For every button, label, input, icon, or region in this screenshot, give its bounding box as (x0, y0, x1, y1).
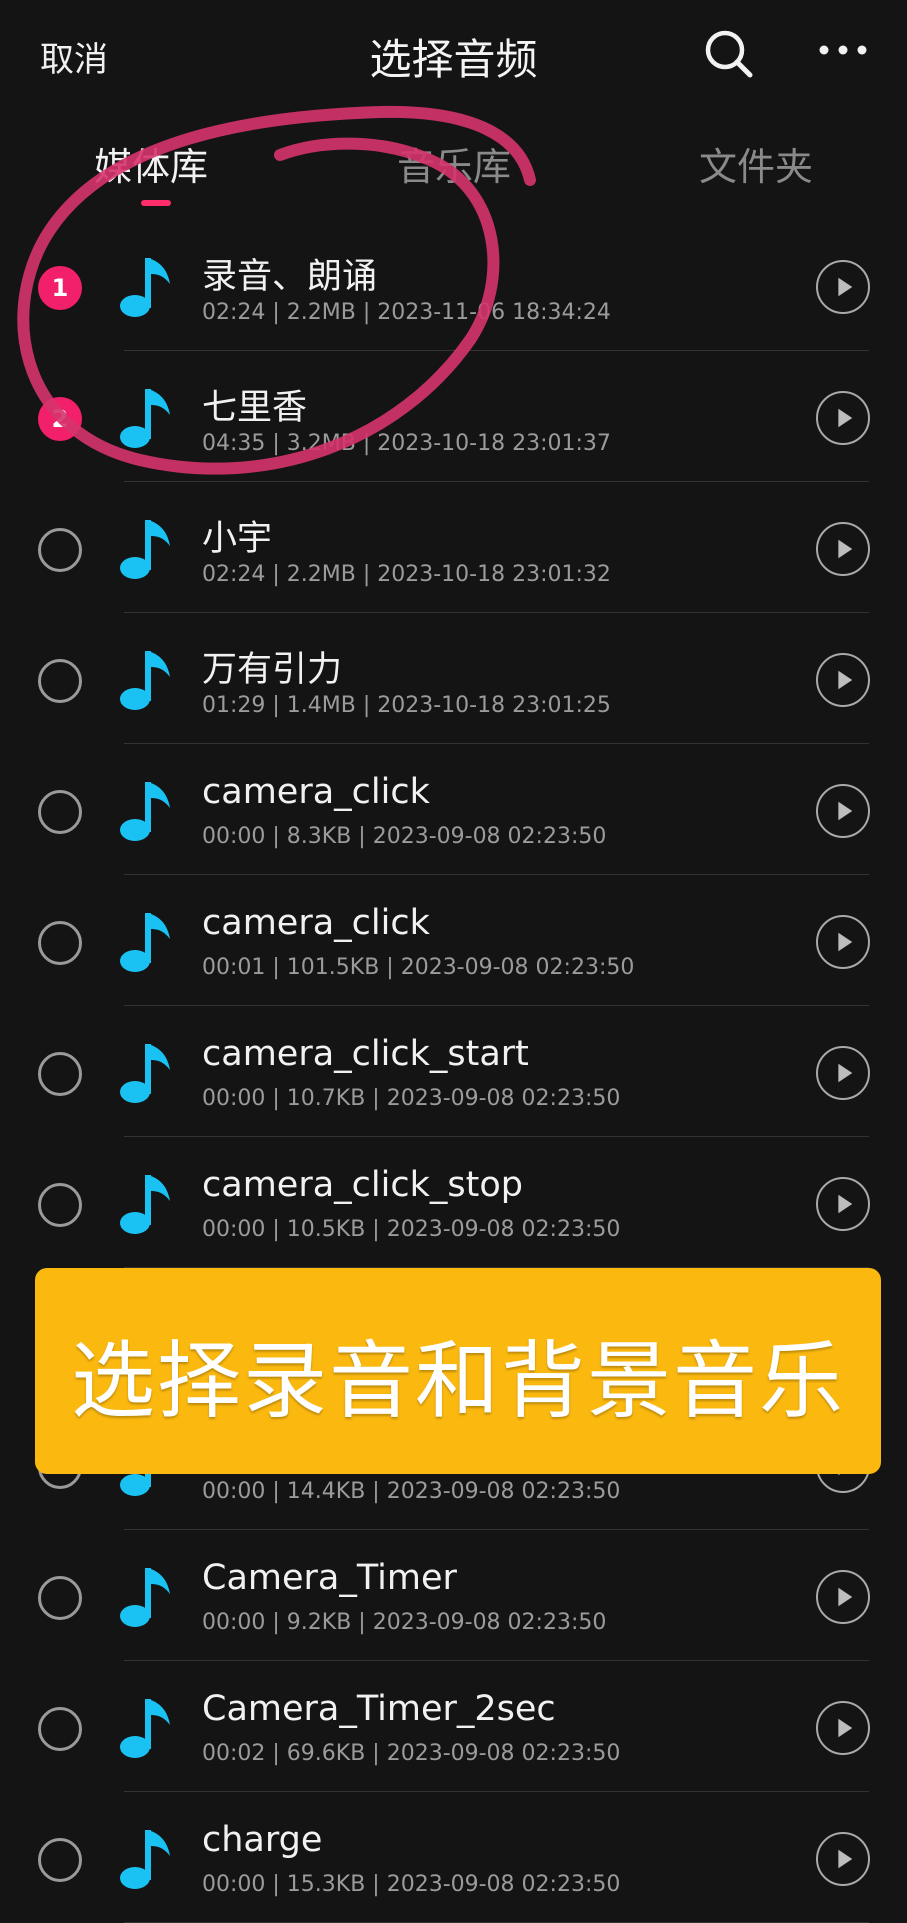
audio-meta: 00:00 | 8.3KB | 2023-09-08 02:23:50 (202, 824, 607, 849)
audio-title: 万有引力 (202, 650, 343, 690)
list-item[interactable]: camera_click_start 00:00 | 10.7KB | 2023-… (0, 1006, 907, 1137)
audio-title: camera_click_stop (202, 1165, 523, 1205)
music-note-icon (120, 651, 170, 710)
play-icon[interactable] (816, 391, 870, 445)
select-checkbox[interactable] (38, 1052, 82, 1096)
audio-meta: 00:00 | 15.3KB | 2023-09-08 02:23:50 (202, 1872, 621, 1897)
tab-media-library[interactable]: 媒体库 (94, 136, 208, 191)
select-checkbox[interactable] (38, 659, 82, 703)
audio-meta: 00:01 | 101.5KB | 2023-09-08 02:23:50 (202, 955, 635, 980)
audio-meta: 02:24 | 2.2MB | 2023-11-06 18:34:24 (202, 300, 611, 325)
selected-order-badge[interactable]: 1 (38, 266, 82, 310)
search-icon[interactable] (703, 28, 755, 80)
audio-title: Camera_Timer_2sec (202, 1689, 556, 1729)
play-icon[interactable] (816, 260, 870, 314)
more-icon[interactable] (818, 30, 868, 70)
music-note-icon (120, 913, 170, 972)
play-icon[interactable] (816, 915, 870, 969)
music-note-icon (120, 258, 170, 317)
page-title: 选择音频 (369, 35, 538, 84)
top-bar: 取消 选择音频 (0, 0, 907, 110)
music-note-icon (120, 782, 170, 841)
select-checkbox[interactable] (38, 1838, 82, 1882)
play-icon[interactable] (816, 1046, 870, 1100)
list-item[interactable]: camera_click 00:01 | 101.5KB | 2023-09-08… (0, 875, 907, 1006)
audio-meta: 00:00 | 9.2KB | 2023-09-08 02:23:50 (202, 1610, 607, 1635)
audio-title: 七里香 (202, 388, 308, 428)
list-item[interactable]: Camera_Timer 00:00 | 9.2KB | 2023-09-08 0… (0, 1530, 907, 1661)
music-note-icon (120, 1568, 170, 1627)
music-note-icon (120, 389, 170, 448)
audio-title: camera_click (202, 772, 430, 812)
select-checkbox[interactable] (38, 1707, 82, 1751)
active-tab-indicator (141, 200, 171, 206)
audio-meta: 00:02 | 69.6KB | 2023-09-08 02:23:50 (202, 1741, 621, 1766)
list-item[interactable]: 万有引力 01:29 | 1.4MB | 2023-10-18 23:01:25 (0, 613, 907, 744)
list-item[interactable]: 2 七里香 04:35 | 3.2MB | 2023-10-18 23:01:37 (0, 351, 907, 482)
audio-meta: 01:29 | 1.4MB | 2023-10-18 23:01:25 (202, 693, 611, 718)
audio-title: camera_click_start (202, 1034, 529, 1074)
audio-title: 录音、朗诵 (202, 257, 378, 297)
tab-bar: 媒体库 音乐库 文件夹 (0, 120, 907, 202)
caption-text: 选择录音和背景音乐 (70, 1332, 845, 1430)
list-item[interactable]: camera_click 00:00 | 8.3KB | 2023-09-08 0… (0, 744, 907, 875)
select-checkbox[interactable] (38, 790, 82, 834)
list-item[interactable]: Camera_Timer_2sec 00:02 | 69.6KB | 2023-0… (0, 1661, 907, 1792)
play-icon[interactable] (816, 1832, 870, 1886)
selected-order-badge[interactable]: 2 (38, 397, 82, 441)
music-note-icon (120, 520, 170, 579)
select-checkbox[interactable] (38, 528, 82, 572)
select-checkbox[interactable] (38, 1183, 82, 1227)
audio-title: Camera_Timer (202, 1558, 457, 1598)
play-icon[interactable] (816, 1570, 870, 1624)
list-item[interactable]: charge 00:00 | 15.3KB | 2023-09-08 02:23:… (0, 1792, 907, 1923)
tab-folder[interactable]: 文件夹 (699, 136, 813, 191)
select-checkbox[interactable] (38, 921, 82, 965)
play-icon[interactable] (816, 1177, 870, 1231)
audio-title: charge (202, 1820, 323, 1860)
play-icon[interactable] (816, 522, 870, 576)
audio-title: camera_click (202, 903, 430, 943)
audio-meta: 02:24 | 2.2MB | 2023-10-18 23:01:32 (202, 562, 611, 587)
audio-meta: 00:00 | 10.5KB | 2023-09-08 02:23:50 (202, 1217, 621, 1242)
audio-meta: 00:00 | 14.4KB | 2023-09-08 02:23:50 (202, 1479, 621, 1504)
audio-meta: 04:35 | 3.2MB | 2023-10-18 23:01:37 (202, 431, 611, 456)
select-checkbox[interactable] (38, 1576, 82, 1620)
list-item[interactable]: 1 录音、朗诵 02:24 | 2.2MB | 2023-11-06 18:34:2… (0, 220, 907, 351)
music-note-icon (120, 1175, 170, 1234)
play-icon[interactable] (816, 653, 870, 707)
audio-meta: 00:00 | 10.7KB | 2023-09-08 02:23:50 (202, 1086, 621, 1111)
play-icon[interactable] (816, 784, 870, 838)
list-item[interactable]: camera_click_stop 00:00 | 10.5KB | 2023-0… (0, 1137, 907, 1268)
audio-title: 小宇 (202, 519, 273, 559)
music-note-icon (120, 1699, 170, 1758)
music-note-icon (120, 1830, 170, 1889)
music-note-icon (120, 1044, 170, 1103)
play-icon[interactable] (816, 1701, 870, 1755)
list-item[interactable]: 小宇 02:24 | 2.2MB | 2023-10-18 23:01:32 (0, 482, 907, 613)
tab-music-library[interactable]: 音乐库 (397, 136, 511, 191)
caption-banner: 选择录音和背景音乐 (35, 1268, 881, 1474)
